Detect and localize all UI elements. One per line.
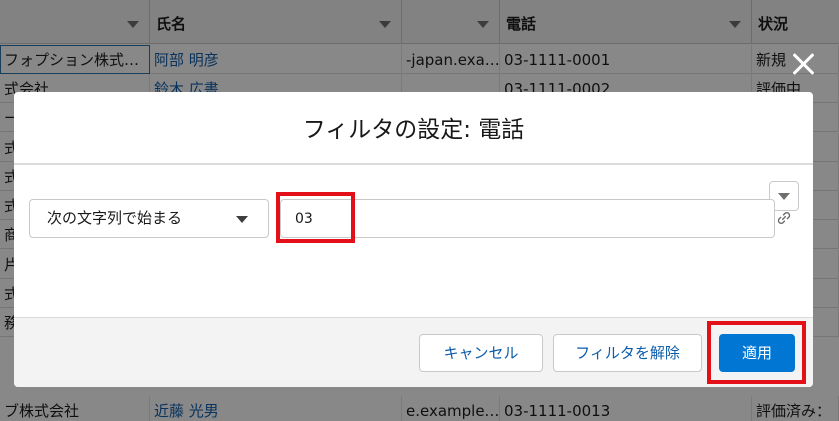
- cancel-button[interactable]: キャンセル: [419, 334, 543, 372]
- dialog-header: フィルタの設定: 電話: [14, 92, 813, 165]
- dialog-footer: キャンセル フィルタを解除 適用: [14, 317, 813, 387]
- close-icon[interactable]: [790, 50, 818, 78]
- operator-select-value: 次の文字列で始まる: [47, 209, 183, 227]
- chevron-down-icon: [236, 216, 248, 223]
- link-icon[interactable]: [775, 209, 793, 227]
- filter-dialog: フィルタの設定: 電話 次の文字列で始まる キャンセル フィルタを解除 適用: [14, 92, 813, 387]
- dialog-title: フィルタの設定: 電話: [302, 117, 525, 143]
- clear-filter-button[interactable]: フィルタを解除: [553, 334, 702, 372]
- dialog-body: 次の文字列で始まる: [14, 165, 813, 317]
- operator-select[interactable]: 次の文字列で始まる: [29, 199, 269, 238]
- filter-value-input[interactable]: [280, 199, 775, 238]
- chevron-down-icon: [778, 193, 790, 200]
- apply-button[interactable]: 適用: [719, 334, 795, 372]
